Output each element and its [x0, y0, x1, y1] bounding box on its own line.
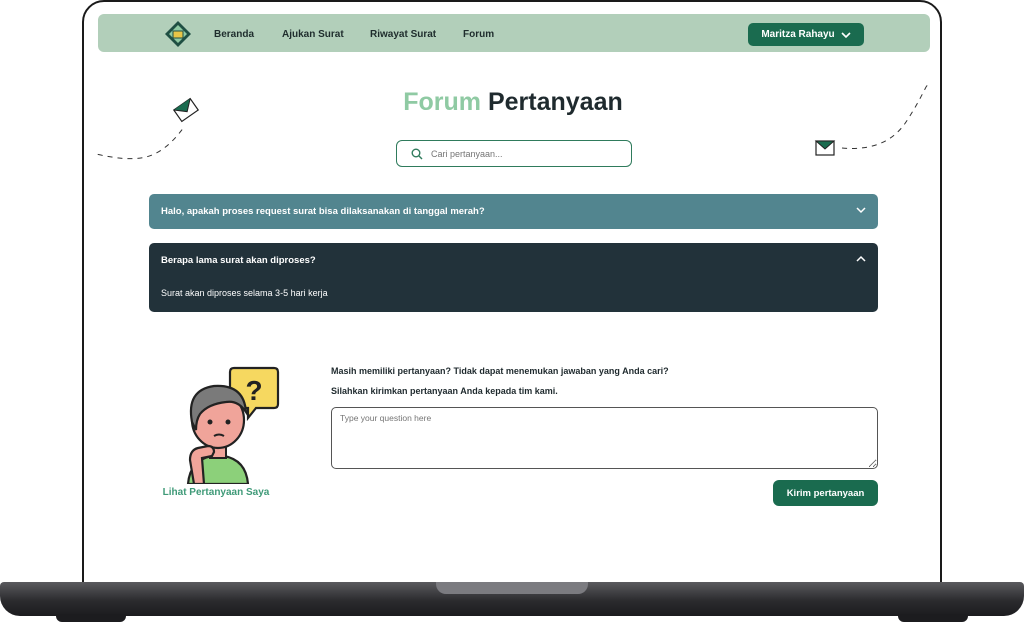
page-title: Forum Pertanyaan [96, 88, 930, 117]
faq-question-1: Halo, apakah proses request surat bisa d… [161, 206, 485, 217]
submit-question-button[interactable]: Kirim pertanyaan [773, 480, 878, 506]
nav-link-ajukan-surat[interactable]: Ajukan Surat [282, 29, 344, 40]
search-input[interactable] [429, 147, 613, 160]
laptop-trackpad-notch [436, 582, 588, 594]
chevron-down-icon [856, 207, 866, 214]
page-title-forum: Forum [403, 88, 482, 116]
thinking-person-illustration: ? [186, 366, 280, 484]
laptop-foot-left [56, 614, 126, 622]
ask-prompt-text: Masih memiliki pertanyaan? Tidak dapat m… [331, 366, 669, 376]
nav-link-beranda[interactable]: Beranda [214, 29, 254, 40]
nav-link-forum[interactable]: Forum [463, 29, 494, 40]
web-page: Beranda Ajukan Surat Riwayat Surat Forum… [96, 12, 930, 588]
my-questions-link[interactable]: Lihat Pertanyaan Saya [151, 487, 281, 498]
chevron-up-icon [856, 255, 866, 262]
navbar: Beranda Ajukan Surat Riwayat Surat Forum… [98, 14, 930, 52]
question-mark-icon: ? [245, 375, 262, 406]
question-textarea[interactable] [331, 407, 878, 469]
page-title-pertanyaan: Pertanyaan [487, 88, 623, 116]
faq-item-1[interactable]: Halo, apakah proses request surat bisa d… [149, 194, 878, 229]
laptop-screen-frame: Beranda Ajukan Surat Riwayat Surat Forum… [82, 0, 942, 590]
envelope-icon-right [814, 140, 836, 156]
nav-link-riwayat-surat[interactable]: Riwayat Surat [370, 29, 436, 40]
chevron-down-icon [841, 31, 851, 38]
user-menu-button[interactable]: Maritza Rahayu [748, 23, 864, 46]
ask-instruction-text: Silahkan kirimkan pertanyaan Anda kepada… [331, 386, 558, 396]
app-logo[interactable] [164, 20, 192, 48]
search-icon [411, 148, 423, 159]
laptop-foot-right [898, 614, 968, 622]
faq-question-2: Berapa lama surat akan diproses? [161, 255, 316, 266]
faq-answer-2: Surat akan diproses selama 3-5 hari kerj… [161, 288, 328, 298]
faq-item-2[interactable]: Berapa lama surat akan diproses? Surat a… [149, 243, 878, 312]
search-box [396, 140, 632, 167]
user-name: Maritza Rahayu [761, 29, 835, 40]
